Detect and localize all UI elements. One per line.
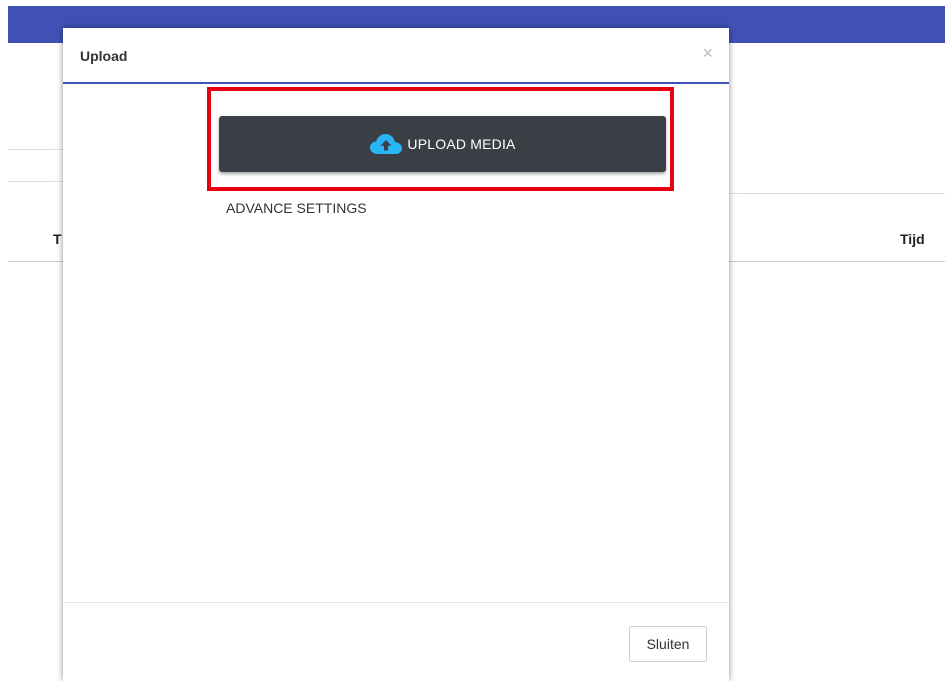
- table-column-header-time: Tijd: [900, 231, 925, 247]
- upload-modal: Upload × UPLOAD MEDIA ADVANCE SETTINGS S…: [63, 28, 729, 681]
- close-icon[interactable]: ×: [702, 44, 713, 62]
- advance-settings-link[interactable]: ADVANCE SETTINGS: [226, 200, 367, 216]
- upload-media-label: UPLOAD MEDIA: [407, 136, 516, 152]
- upload-media-button[interactable]: UPLOAD MEDIA: [219, 116, 666, 172]
- cloud-upload-icon: [370, 134, 403, 154]
- modal-title: Upload: [80, 48, 128, 64]
- modal-header: Upload ×: [63, 28, 729, 84]
- close-button[interactable]: Sluiten: [629, 626, 707, 662]
- background-divider: [8, 181, 68, 182]
- background-divider: [8, 149, 68, 150]
- table-header-divider: [728, 261, 945, 262]
- table-header-divider: [8, 261, 68, 262]
- background-divider: [728, 193, 945, 194]
- table-column-header: T: [53, 231, 62, 247]
- page: T Tijd Upload × UPLOAD MEDIA ADVANCE SET…: [0, 0, 945, 681]
- modal-footer-divider: [63, 602, 729, 603]
